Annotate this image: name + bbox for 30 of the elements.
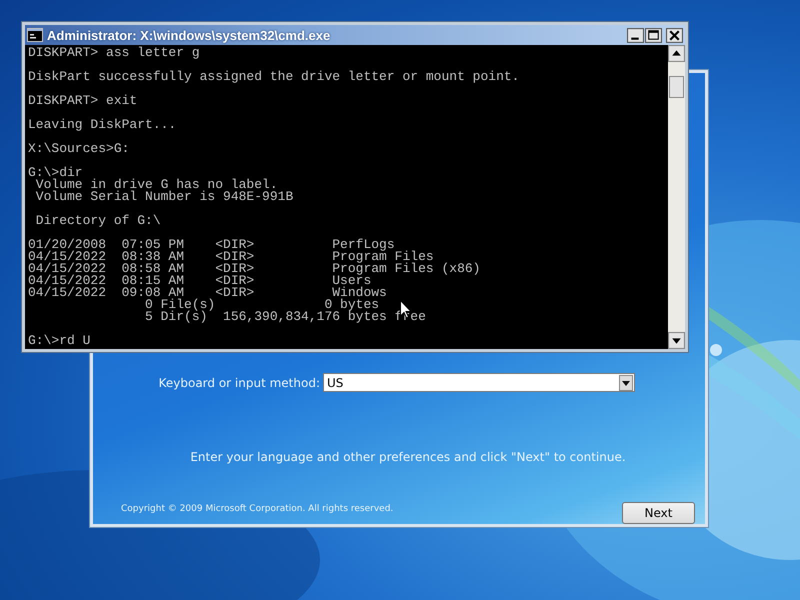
next-button[interactable]: Next	[622, 502, 695, 524]
console-line: Volume Serial Number is 948E-991B	[34, 191, 294, 203]
console-line: 04/15/2022 08:38 AM <DIR> Program Files	[28, 251, 434, 263]
console-line: 04/15/2022 08:15 AM <DIR> Users	[28, 275, 372, 287]
minimize-icon[interactable]	[627, 28, 644, 42]
copyright-text: Copyright © 2009 Microsoft Corporation. All rights reserved.	[121, 504, 394, 514]
console-line: 0 File(s) 0 bytes	[144, 299, 380, 311]
keyboard-dropdown[interactable]: US	[323, 373, 635, 392]
scroll-thumb[interactable]	[669, 76, 684, 98]
instruction-text: Enter your language and other preferences and click "Next" to continue.	[189, 450, 627, 464]
keyboard-label: Keyboard or input method:	[158, 376, 320, 390]
console-line: G:\>rd U	[28, 335, 90, 347]
close-icon[interactable]	[666, 28, 683, 42]
window-title: Administrator: X:\windows\system32\cmd.exe	[47, 28, 332, 42]
console-line: G:\>dir	[28, 167, 83, 179]
console-line: 04/15/2022 08:58 AM <DIR> Program Files (x86)	[28, 263, 480, 275]
scroll-down-icon[interactable]	[668, 332, 685, 349]
console-line: Directory of G:\	[34, 215, 161, 227]
console-line: 04/15/2022 09:08 AM <DIR> Windows	[28, 287, 387, 299]
console-icon	[27, 28, 43, 42]
console-line: Leaving DiskPart...	[28, 119, 176, 131]
console-line: DISKPART> ass letter g	[28, 47, 200, 59]
vertical-scrollbar[interactable]	[668, 45, 685, 349]
scroll-up-icon[interactable]	[668, 45, 685, 62]
maximize-icon[interactable]	[645, 28, 662, 42]
console-line: DISKPART> exit	[28, 95, 138, 107]
console-line: Volume in drive G has no label.	[34, 179, 278, 191]
console-line: DiskPart successfully assigned the drive letter or mount point.	[28, 71, 520, 83]
console-line: 01/20/2008 07:05 PM <DIR> PerfLogs	[28, 239, 395, 251]
console-line: X:\Sources>G:	[28, 143, 130, 155]
